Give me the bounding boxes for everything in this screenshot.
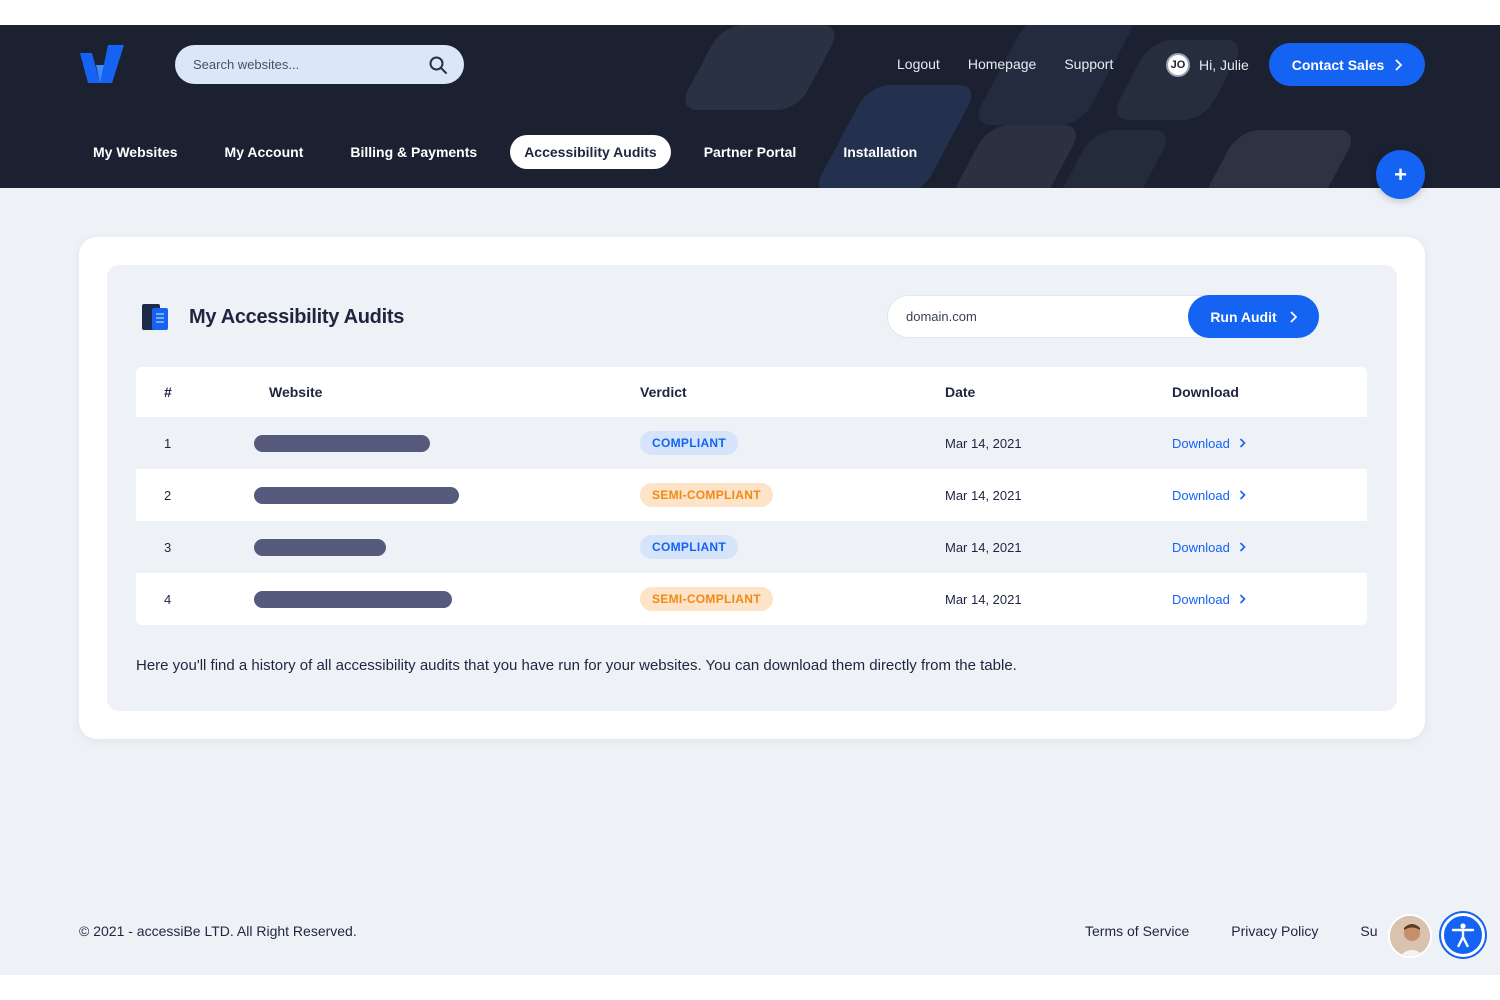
tab-my-websites[interactable]: My Websites — [93, 135, 178, 169]
table-row: 3 COMPLIANT Mar 14, 2021 Download — [136, 521, 1367, 573]
book-icon — [142, 304, 168, 330]
header-decoration — [1191, 130, 1359, 188]
accessibility-widget-button[interactable] — [1441, 913, 1485, 957]
column-header: Date — [945, 384, 976, 400]
header-decoration — [970, 25, 1140, 125]
tab-accessibility-audits[interactable]: Accessibility Audits — [510, 135, 671, 169]
download-link[interactable]: Download — [1172, 488, 1246, 503]
download-label: Download — [1172, 435, 1230, 451]
download-cell: Download — [1172, 436, 1246, 451]
audit-date: Mar 14, 2021 — [945, 591, 1022, 607]
tab-partner-portal[interactable]: Partner Portal — [704, 135, 797, 169]
run-audit-label: Run Audit — [1210, 308, 1277, 325]
contact-sales-label: Contact Sales — [1291, 56, 1385, 73]
status-badge: SEMI-COMPLIANT — [640, 483, 773, 507]
table-row: 1 COMPLIANT Mar 14, 2021 Download — [136, 417, 1367, 469]
download-link[interactable]: Download — [1172, 540, 1246, 555]
column-header: Download — [1172, 384, 1239, 400]
user-menu[interactable]: JO Hi, Julie — [1166, 53, 1249, 77]
footer-links: Terms of Service Privacy Policy Su — [1085, 923, 1420, 939]
download-label: Download — [1172, 487, 1230, 503]
verdict-badge: COMPLIANT — [640, 535, 739, 559]
audits-panel: My Accessibility Audits Run Audit # Webs… — [107, 265, 1397, 711]
row-number: 3 — [164, 539, 172, 555]
header-decoration — [677, 25, 843, 110]
chevron-right-icon — [1395, 58, 1403, 71]
homepage-link[interactable]: Homepage — [968, 56, 1037, 72]
page-title: My Accessibility Audits — [189, 305, 405, 328]
person-photo-icon — [1390, 916, 1430, 956]
domain-form: Run Audit — [887, 295, 1319, 338]
download-link[interactable]: Download — [1172, 436, 1246, 451]
verdict-badge: COMPLIANT — [640, 431, 739, 455]
website-redacted — [254, 486, 459, 504]
main-nav: My Websites My Account Billing & Payment… — [93, 135, 964, 169]
top-header: Logout Homepage Support JO Hi, Julie Con… — [0, 25, 1500, 188]
support-agent-avatar[interactable] — [1388, 914, 1432, 958]
website-redacted — [254, 590, 452, 608]
search-box[interactable] — [175, 45, 464, 84]
status-badge: SEMI-COMPLIANT — [640, 587, 773, 611]
privacy-link[interactable]: Privacy Policy — [1231, 923, 1318, 939]
copyright-text: © 2021 - accessiBe LTD. All Right Reserv… — [79, 923, 357, 939]
brand-logo[interactable] — [78, 43, 126, 87]
tab-installation[interactable]: Installation — [843, 135, 917, 169]
tab-billing-payments[interactable]: Billing & Payments — [350, 135, 477, 169]
status-badge: COMPLIANT — [640, 431, 739, 455]
download-cell: Download — [1172, 488, 1246, 503]
download-link[interactable]: Download — [1172, 592, 1246, 607]
table-row: 2 SEMI-COMPLIANT Mar 14, 2021 Download — [136, 469, 1367, 521]
terms-link[interactable]: Terms of Service — [1085, 923, 1189, 939]
run-audit-button[interactable]: Run Audit — [1188, 295, 1319, 338]
audits-description: Here you'll find a history of all access… — [136, 657, 1017, 674]
accessibility-icon — [1451, 923, 1475, 948]
tab-my-account[interactable]: My Account — [225, 135, 304, 169]
status-badge: COMPLIANT — [640, 535, 739, 559]
top-links: Logout Homepage Support — [897, 56, 1141, 72]
user-greeting[interactable]: Hi, Julie — [1199, 57, 1249, 73]
download-cell: Download — [1172, 592, 1246, 607]
column-header: Website — [269, 384, 323, 400]
website-redacted — [254, 434, 430, 452]
chevron-right-icon — [1239, 438, 1246, 448]
avatar[interactable]: JO — [1166, 53, 1190, 77]
chevron-right-icon — [1290, 310, 1297, 323]
download-label: Download — [1172, 591, 1230, 607]
chevron-right-icon — [1239, 542, 1246, 552]
table-row: 4 SEMI-COMPLIANT Mar 14, 2021 Download — [136, 573, 1367, 625]
support-footer-link[interactable]: Su — [1360, 923, 1377, 939]
chevron-right-icon — [1239, 490, 1246, 500]
row-number: 1 — [164, 435, 172, 451]
audit-date: Mar 14, 2021 — [945, 435, 1022, 451]
verdict-badge: SEMI-COMPLIANT — [640, 483, 773, 507]
search-icon[interactable] — [428, 55, 448, 75]
download-label: Download — [1172, 539, 1230, 555]
audits-header: My Accessibility Audits — [139, 301, 404, 333]
column-header: # — [164, 384, 172, 400]
verdict-badge: SEMI-COMPLIANT — [640, 587, 773, 611]
row-number: 2 — [164, 487, 172, 503]
download-cell: Download — [1172, 540, 1246, 555]
audits-table: # Website Verdict Date Download 1 COMPLIA… — [136, 367, 1367, 625]
add-button[interactable]: + — [1376, 150, 1425, 199]
support-link[interactable]: Support — [1064, 56, 1113, 72]
table-header: # Website Verdict Date Download — [136, 367, 1367, 417]
domain-input[interactable] — [906, 296, 1176, 337]
column-header: Verdict — [640, 384, 687, 400]
website-redacted — [254, 538, 386, 556]
audit-date: Mar 14, 2021 — [945, 487, 1022, 503]
logout-link[interactable]: Logout — [897, 56, 940, 72]
audit-date: Mar 14, 2021 — [945, 539, 1022, 555]
row-number: 4 — [164, 591, 172, 607]
chevron-right-icon — [1239, 594, 1246, 604]
header-decoration — [1108, 40, 1247, 120]
contact-sales-button[interactable]: Contact Sales — [1269, 43, 1425, 86]
app-frame: Logout Homepage Support JO Hi, Julie Con… — [0, 25, 1500, 975]
audits-card: My Accessibility Audits Run Audit # Webs… — [79, 237, 1425, 739]
search-input[interactable] — [193, 57, 428, 72]
